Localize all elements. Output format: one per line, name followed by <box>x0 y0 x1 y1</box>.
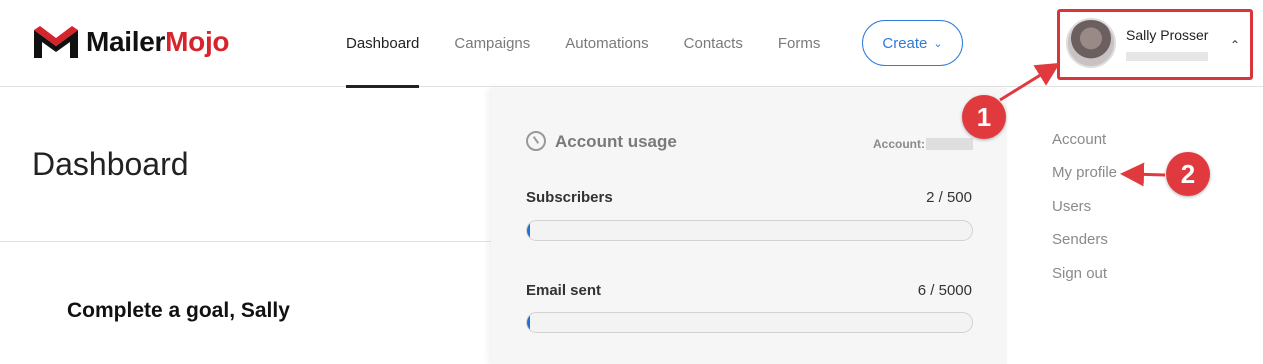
menu-item-sign-out[interactable]: Sign out <box>1052 263 1117 296</box>
chevron-up-icon: ⌃ <box>1230 38 1241 52</box>
user-menu-toggle[interactable]: Sally Prosser ⌃ <box>1057 9 1253 80</box>
nav-campaigns[interactable]: Campaigns <box>454 0 530 87</box>
nav-forms[interactable]: Forms <box>778 0 821 87</box>
subscribers-value: 2 / 500 <box>926 189 972 206</box>
emails-sent-label: Email sent <box>526 282 602 299</box>
emails-sent-progress-fill <box>527 313 530 332</box>
account-label: Account: <box>873 137 925 151</box>
nav-contacts[interactable]: Contacts <box>684 0 743 87</box>
avatar <box>1066 18 1116 68</box>
page-title: Dashboard <box>32 146 189 182</box>
menu-item-account[interactable]: Account <box>1052 129 1117 162</box>
nav-dashboard[interactable]: Dashboard <box>346 0 420 88</box>
divider <box>0 241 492 242</box>
emails-sent-progress <box>526 312 973 333</box>
mailermojo-logo[interactable]: MailerMojo <box>32 24 230 60</box>
annotation-badge-2: 2 <box>1166 152 1210 196</box>
subscribers-label: Subscribers <box>526 189 613 206</box>
user-name: Sally Prosser <box>1126 27 1209 43</box>
menu-item-senders[interactable]: Senders <box>1052 229 1117 262</box>
subscribers-progress-fill <box>527 221 530 240</box>
main-nav: Dashboard Campaigns Automations Contacts… <box>346 0 855 88</box>
menu-item-users[interactable]: Users <box>1052 196 1117 229</box>
chevron-down-icon: ⌄ <box>933 37 943 50</box>
arrow-2 <box>1120 162 1166 187</box>
user-email-redacted <box>1126 52 1208 61</box>
menu-item-my-profile[interactable]: My profile <box>1052 162 1117 195</box>
nav-automations[interactable]: Automations <box>565 0 648 87</box>
account-usage-panel: Account usage Account: Subscribers 2 / 5… <box>491 88 1007 364</box>
gauge-icon <box>526 131 546 151</box>
logo-wordmark: MailerMojo <box>86 26 230 57</box>
mailermojo-logo-icon <box>34 26 78 58</box>
goal-heading: Complete a goal, Sally <box>67 299 290 322</box>
subscribers-progress <box>526 220 973 241</box>
emails-sent-value: 6 / 5000 <box>917 282 972 299</box>
create-button[interactable]: Create ⌄ <box>862 20 963 66</box>
create-button-label: Create <box>882 34 928 52</box>
usage-title: Account usage <box>555 132 677 151</box>
account-id-redacted <box>926 138 973 150</box>
account-menu: Account My profile Users Senders Sign ou… <box>1052 129 1117 296</box>
annotation-badge-1: 1 <box>962 95 1006 139</box>
